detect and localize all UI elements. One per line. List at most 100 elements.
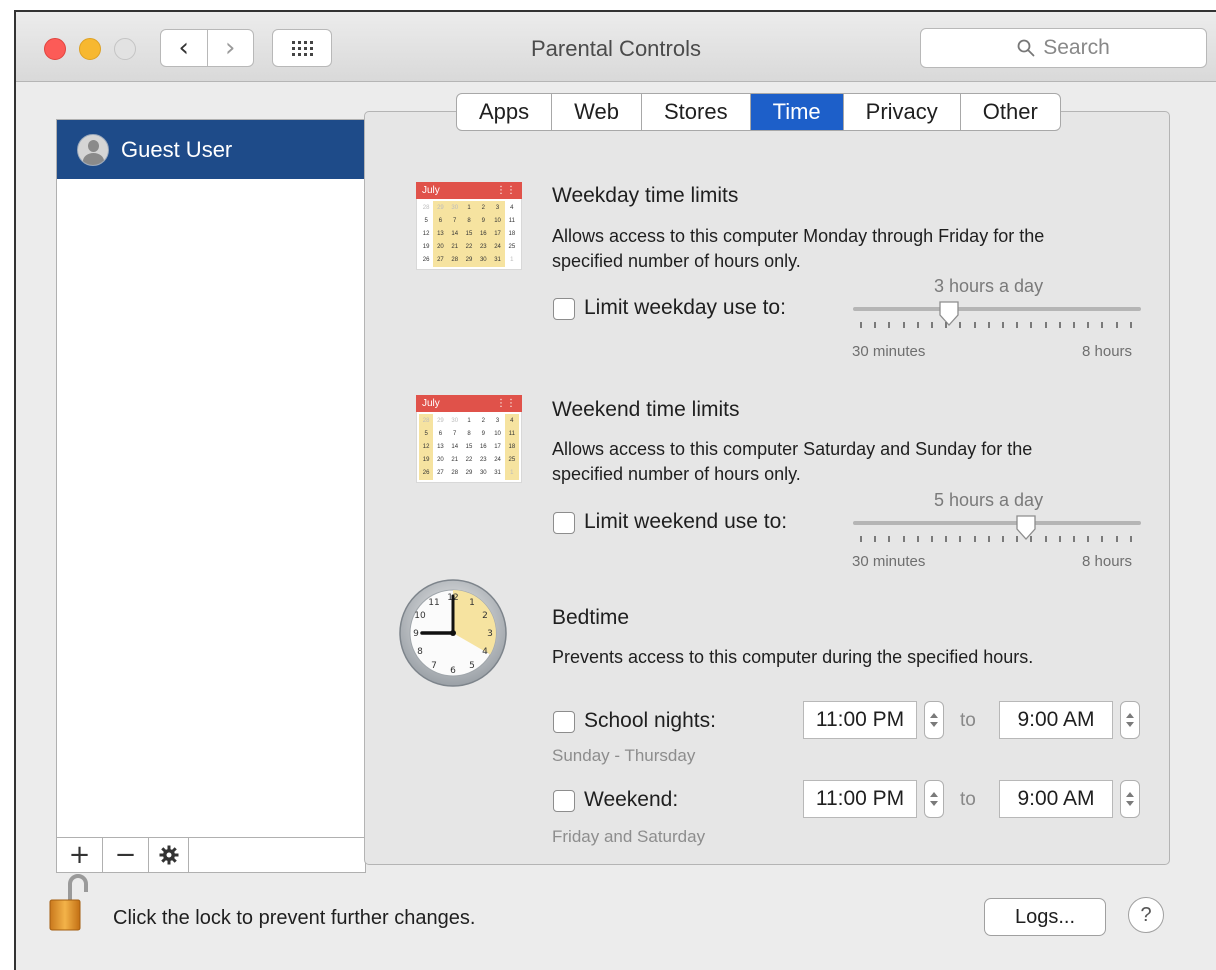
limit-weekend-label: Limit weekend use to: [584,510,788,533]
svg-text:1: 1 [469,598,475,608]
weekday-value-label: 3 hours a day [934,276,1044,296]
logs-button[interactable]: Logs... [984,898,1106,936]
weekday-description-line1: Allows access to this computer Monday th… [552,226,1045,246]
search-icon [1017,39,1035,57]
user-avatar-icon [77,133,109,166]
close-window-button[interactable] [44,38,66,60]
weekend-value-label: 5 hours a day [934,490,1044,510]
grid-icon [291,40,313,56]
gear-icon [159,845,178,865]
svg-text:8: 8 [417,647,423,657]
svg-text:7: 7 [431,661,437,671]
svg-text:5: 5 [469,661,475,671]
school-nights-start-time[interactable]: 11:00 PM [803,701,917,739]
school-nights-days: Sunday - Thursday [552,746,696,765]
svg-text:10: 10 [414,611,426,621]
weekend-end-time[interactable]: 9:00 AM [999,780,1113,818]
weekday-slider-ticks [860,322,1132,328]
svg-text:3: 3 [487,629,493,639]
tab-apps[interactable]: Apps [457,94,553,130]
weekday-max-label: 8 hours [1082,343,1133,360]
stepper-up-icon [1126,792,1134,797]
school-nights-end-stepper[interactable] [1120,701,1140,739]
minimize-window-button[interactable] [79,38,101,60]
svg-text:6: 6 [450,666,456,676]
help-button[interactable]: ? [1128,897,1164,933]
weekday-description-line2: specified number of hours only. [552,251,801,271]
weekend-to-label: to [960,789,976,810]
weekend-calendar-icon: July ⋮⋮ 28 29 30 1 2 3 4 5 6 7 8 9 10 11 12 13 14 15 16 17… [416,395,522,483]
weekday-calendar-grid: 28 29 30 1 2 3 4 5 6 7 8 9 10 11 12 13 14 15 16 17 18 19 20… [416,199,522,270]
user-name: Guest User [121,136,233,162]
user-list-toolbar: + − [57,837,365,872]
tab-web[interactable]: Web [552,94,642,130]
lock-icon[interactable] [48,872,88,932]
school-nights-end-time[interactable]: 9:00 AM [999,701,1113,739]
stepper-up-icon [930,713,938,718]
svg-text:9: 9 [413,629,419,639]
bedtime-description: Prevents access to this computer during … [552,647,1034,667]
user-actions-button[interactable] [149,838,189,872]
weekend-bedtime-checkbox[interactable] [553,790,575,812]
tab-other[interactable]: Other [961,94,1060,130]
svg-text:11: 11 [428,598,439,608]
forward-button[interactable]: › [206,30,254,66]
weekday-min-label: 30 minutes [852,343,926,360]
search-placeholder: Search [1043,36,1110,59]
stepper-down-icon [930,722,938,727]
weekend-slider-ticks [860,536,1132,542]
weekend-bedtime-days: Friday and Saturday [552,827,706,846]
plus-icon: + [68,840,91,870]
weekday-calendar-icon: July ⋮⋮ 28 29 30 1 2 3 4 5 6 7 8 9 10 11 12 13 14 15 16 17… [416,182,522,270]
weekend-end-stepper[interactable] [1120,780,1140,818]
limit-weekend-checkbox[interactable] [553,512,575,534]
school-nights-start-stepper[interactable] [924,701,944,739]
weekend-max-label: 8 hours [1082,553,1133,570]
add-user-button[interactable]: + [57,838,103,872]
tab-stores[interactable]: Stores [642,94,751,130]
weekend-slider-track[interactable] [853,521,1141,525]
back-forward-group: ‹ › [160,29,254,67]
svg-text:4: 4 [482,647,488,657]
calendar-month: July [422,398,440,409]
stepper-down-icon [1126,722,1134,727]
calendar-month: July [422,185,440,196]
search-field[interactable]: Search [920,28,1207,68]
minus-icon: − [114,840,137,870]
tab-bar: Apps Web Stores Time Privacy Other [456,93,1061,131]
stepper-down-icon [1126,801,1134,806]
weekday-title: Weekday time limits [552,184,739,207]
show-all-button[interactable] [272,29,332,67]
weekend-start-time[interactable]: 11:00 PM [803,780,917,818]
stepper-up-icon [1126,713,1134,718]
limit-weekday-checkbox[interactable] [553,298,575,320]
chevron-right-icon: › [225,33,236,63]
tab-time[interactable]: Time [750,94,844,130]
remove-user-button[interactable]: − [103,838,149,872]
tab-privacy[interactable]: Privacy [844,94,961,130]
chevron-left-icon: ‹ [178,33,189,63]
stepper-down-icon [930,801,938,806]
weekend-title: Weekend time limits [552,398,740,421]
school-nights-checkbox[interactable] [553,711,575,733]
clock-icon: 12 1 2 3 4 5 6 7 8 9 10 11 [399,579,507,687]
weekend-calendar-grid: 28 29 30 1 2 3 4 5 6 7 8 9 10 11 12 13 14 15 16 17 18 19 20… [416,412,522,483]
weekend-bedtime-label: Weekend: [584,788,679,811]
bedtime-title: Bedtime [552,606,630,629]
school-nights-label: School nights: [584,709,716,732]
svg-text:2: 2 [482,611,488,621]
school-nights-to-label: to [960,710,976,731]
back-button[interactable]: ‹ [161,30,207,66]
limit-weekday-label: Limit weekday use to: [584,296,786,319]
lock-message: Click the lock to prevent further change… [113,907,476,929]
weekend-description-line1: Allows access to this computer Saturday … [552,439,1033,459]
weekend-min-label: 30 minutes [852,553,926,570]
weekend-description-line2: specified number of hours only. [552,464,801,484]
title-bar: ‹ › Parental Controls Search [16,12,1216,82]
zoom-window-button[interactable] [114,38,136,60]
stepper-up-icon [930,792,938,797]
weekday-slider-track[interactable] [853,307,1141,311]
user-list: Guest User + − [56,119,366,873]
user-item-guest[interactable]: Guest User [57,120,365,179]
weekend-start-stepper[interactable] [924,780,944,818]
